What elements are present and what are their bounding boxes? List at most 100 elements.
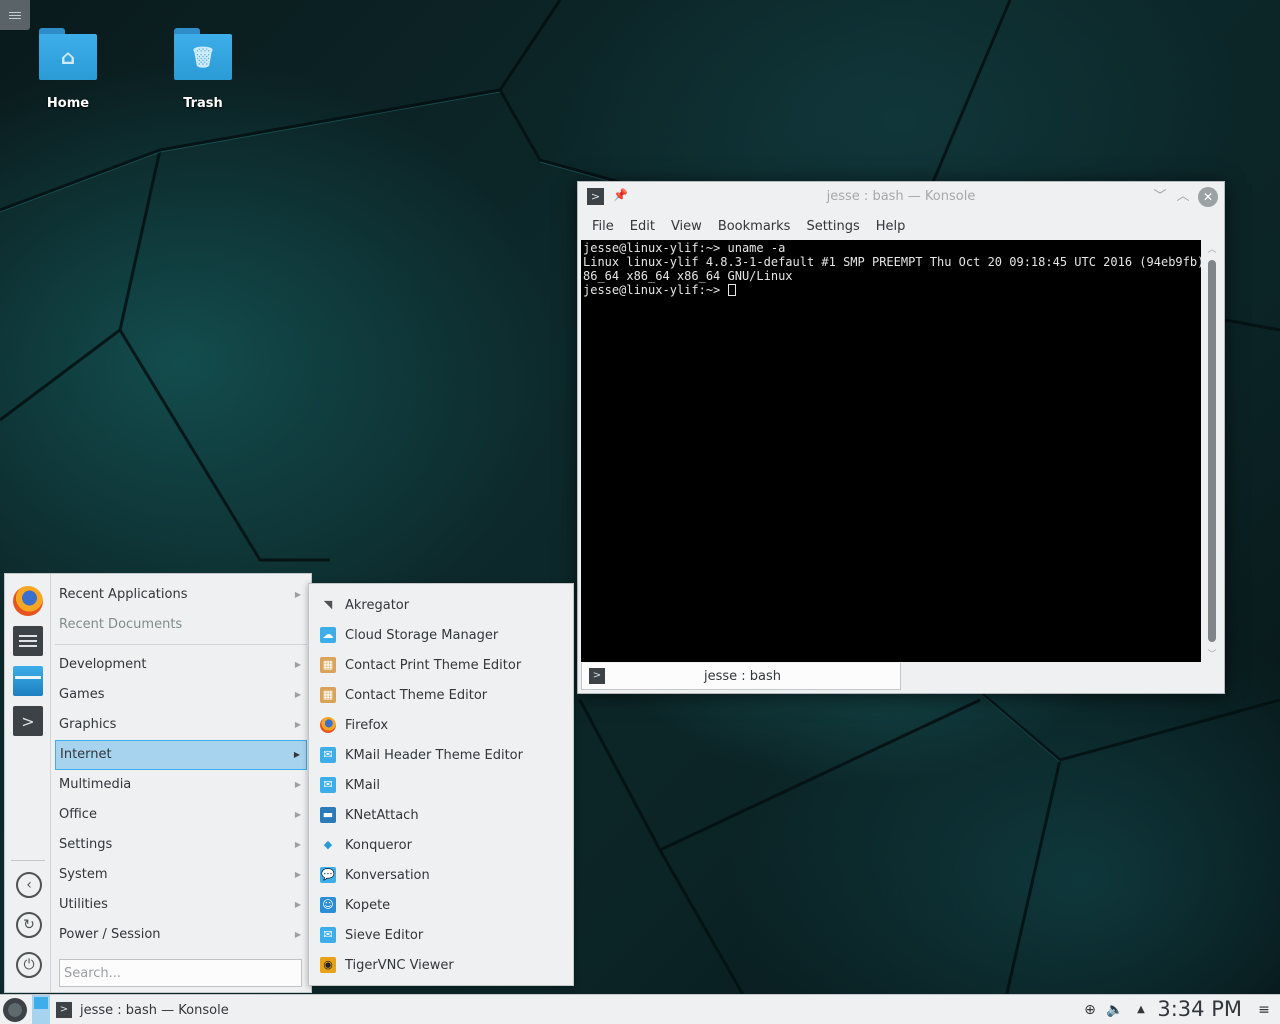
task-label: jesse : bash — Konsole <box>80 1002 229 1018</box>
application-launcher-icon[interactable] <box>3 998 27 1022</box>
firefox-icon[interactable] <box>13 586 43 616</box>
menu-item-knetattach[interactable]: ▬ KNetAttach <box>309 800 573 830</box>
category-development[interactable]: Development ▶ <box>55 650 307 680</box>
session-tab-label: jesse : bash <box>703 668 782 684</box>
taskbar: > jesse : bash — Konsole ⊕ 🔈 ▲ 3:34 PM ≡ <box>0 994 1280 1024</box>
chevron-right-icon: ▶ <box>294 690 301 699</box>
update-icon[interactable]: ⊕ <box>1081 1001 1099 1019</box>
kmail-icon: ✉ <box>320 777 336 793</box>
network-folder-icon: ▬ <box>320 807 336 823</box>
divider <box>11 860 45 861</box>
scrollbar-thumb[interactable] <box>1208 260 1216 642</box>
menu-settings[interactable]: Settings <box>798 219 867 234</box>
menubar: File Edit View Bookmarks Settings Help <box>578 212 1224 240</box>
contact-theme-icon: ▦ <box>320 657 336 673</box>
menu-item-kopete[interactable]: ☺ Kopete <box>309 890 573 920</box>
chevron-right-icon: ▶ <box>294 660 301 669</box>
menu-item-contact-print-theme-editor[interactable]: ▦ Contact Print Theme Editor <box>309 650 573 680</box>
category-graphics[interactable]: Graphics ▶ <box>55 710 307 740</box>
chevron-right-icon: ▶ <box>294 590 301 599</box>
system-settings-icon[interactable] <box>13 626 43 656</box>
desktop-icon-label: Trash <box>183 96 223 111</box>
terminal-icon: > <box>589 668 605 684</box>
chevron-right-icon: ▶ <box>293 750 300 759</box>
minimize-button[interactable]: ﹀ <box>1150 187 1170 207</box>
maximize-button[interactable]: ︿ <box>1173 187 1193 207</box>
terminal-prompt: jesse@linux-ylif:~> <box>583 283 728 297</box>
chat-icon: 💬 <box>320 867 336 883</box>
category-office[interactable]: Office ▶ <box>55 800 307 830</box>
chevron-right-icon: ▶ <box>294 810 301 819</box>
session-tab[interactable]: > jesse : bash <box>581 663 901 690</box>
rss-icon: ◥ <box>323 598 333 611</box>
category-utilities[interactable]: Utilities ▶ <box>55 890 307 920</box>
close-button[interactable]: ✕ <box>1198 187 1218 207</box>
menu-edit[interactable]: Edit <box>622 219 663 234</box>
scroll-up-icon[interactable]: ︿ <box>1205 242 1219 255</box>
menu-bookmarks[interactable]: Bookmarks <box>710 219 799 234</box>
kmail-icon: ✉ <box>320 747 336 763</box>
category-power-session[interactable]: Power / Session ▶ <box>55 920 307 950</box>
back-icon[interactable]: ‹ <box>16 872 42 898</box>
task-konsole[interactable]: > jesse : bash — Konsole <box>56 999 229 1021</box>
file-manager-icon[interactable] <box>13 666 43 696</box>
category-multimedia[interactable]: Multimedia ▶ <box>55 770 307 800</box>
terminal-line: 86_64 x86_64 x86_64 GNU/Linux <box>583 269 793 283</box>
menu-item-konqueror[interactable]: ◆ Konqueror <box>309 830 573 860</box>
application-launcher-menu: > ‹ ↻ ⏻ Recent Applications ▶ Recent Docu… <box>4 573 312 993</box>
scroll-down-icon[interactable]: ﹀ <box>1205 647 1219 660</box>
power-icon[interactable]: ⏻ <box>16 952 42 978</box>
category-recent-applications[interactable]: Recent Applications ▶ <box>55 580 307 610</box>
desktop-icon-home[interactable]: ⌂ Home <box>23 28 113 111</box>
category-internet[interactable]: Internet ▶ <box>55 740 307 770</box>
menu-item-sieve-editor[interactable]: ✉ Sieve Editor <box>309 920 573 950</box>
menu-view[interactable]: View <box>663 219 710 234</box>
desktop-toolbox-button[interactable] <box>0 0 30 30</box>
menu-item-contact-theme-editor[interactable]: ▦ Contact Theme Editor <box>309 680 573 710</box>
home-folder-icon: ⌂ <box>39 28 97 80</box>
virtual-desktop-pager[interactable] <box>32 995 50 1024</box>
chevron-right-icon: ▶ <box>294 870 301 879</box>
konsole-icon[interactable]: > <box>13 706 43 736</box>
category-games[interactable]: Games ▶ <box>55 680 307 710</box>
tray-expand-icon[interactable]: ▲ <box>1132 1001 1150 1019</box>
menu-item-kmail-header-theme-editor[interactable]: ✉ KMail Header Theme Editor <box>309 740 573 770</box>
chevron-right-icon: ▶ <box>294 900 301 909</box>
messenger-icon: ☺ <box>320 897 336 913</box>
desktop-icon-trash[interactable]: 🗑 Trash <box>158 28 248 111</box>
menu-item-tigervnc-viewer[interactable]: ◉ TigerVNC Viewer <box>309 950 573 980</box>
konqueror-icon: ◆ <box>323 838 333 851</box>
terminal-icon: > <box>56 1002 72 1018</box>
desktop-icon-label: Home <box>46 96 90 111</box>
panel-settings-icon[interactable]: ≡ <box>1255 1001 1273 1019</box>
category-system[interactable]: System ▶ <box>55 860 307 890</box>
menu-item-firefox[interactable]: Firefox <box>309 710 573 740</box>
category-recent-documents: Recent Documents <box>59 617 183 632</box>
switch-user-icon[interactable]: ↻ <box>16 912 42 938</box>
terminal-scrollbar[interactable]: ︿ ﹀ <box>1205 240 1219 662</box>
window-title: jesse : bash — Konsole <box>826 189 976 204</box>
menu-help[interactable]: Help <box>868 219 914 234</box>
category-list: Recent Applications ▶ Recent Documents De… <box>55 580 307 950</box>
menu-item-cloud-storage-manager[interactable]: ☁ Cloud Storage Manager <box>309 620 573 650</box>
menu-item-akregator[interactable]: ◥ Akregator <box>309 590 573 620</box>
menu-file[interactable]: File <box>584 219 622 234</box>
hamburger-icon <box>9 14 21 16</box>
volume-icon[interactable]: 🔈 <box>1106 1001 1124 1019</box>
window-titlebar[interactable]: > 📌 jesse : bash — Konsole ﹀ ︿ ✕ <box>578 182 1224 212</box>
chevron-right-icon: ▶ <box>294 840 301 849</box>
search-input[interactable]: Search... <box>59 959 302 987</box>
firefox-icon <box>320 717 336 733</box>
trash-folder-icon: 🗑 <box>174 28 232 80</box>
terminal-output[interactable]: jesse@linux-ylif:~> uname -a Linux linux-… <box>581 240 1201 662</box>
category-settings[interactable]: Settings ▶ <box>55 830 307 860</box>
menu-item-konversation[interactable]: 💬 Konversation <box>309 860 573 890</box>
menu-item-kmail[interactable]: ✉ KMail <box>309 770 573 800</box>
konsole-window: > 📌 jesse : bash — Konsole ﹀ ︿ ✕ File Ed… <box>577 181 1225 694</box>
favorites-column: > ‹ ↻ ⏻ <box>5 574 51 992</box>
terminal-prompt-line: jesse@linux-ylif:~> <box>583 283 1199 297</box>
contact-theme-icon: ▦ <box>320 687 336 703</box>
terminal-line: Linux linux-ylif 4.8.3-1-default #1 SMP … <box>583 255 1201 269</box>
cloud-icon: ☁ <box>320 627 336 643</box>
digital-clock[interactable]: 3:34 PM <box>1157 997 1242 1021</box>
